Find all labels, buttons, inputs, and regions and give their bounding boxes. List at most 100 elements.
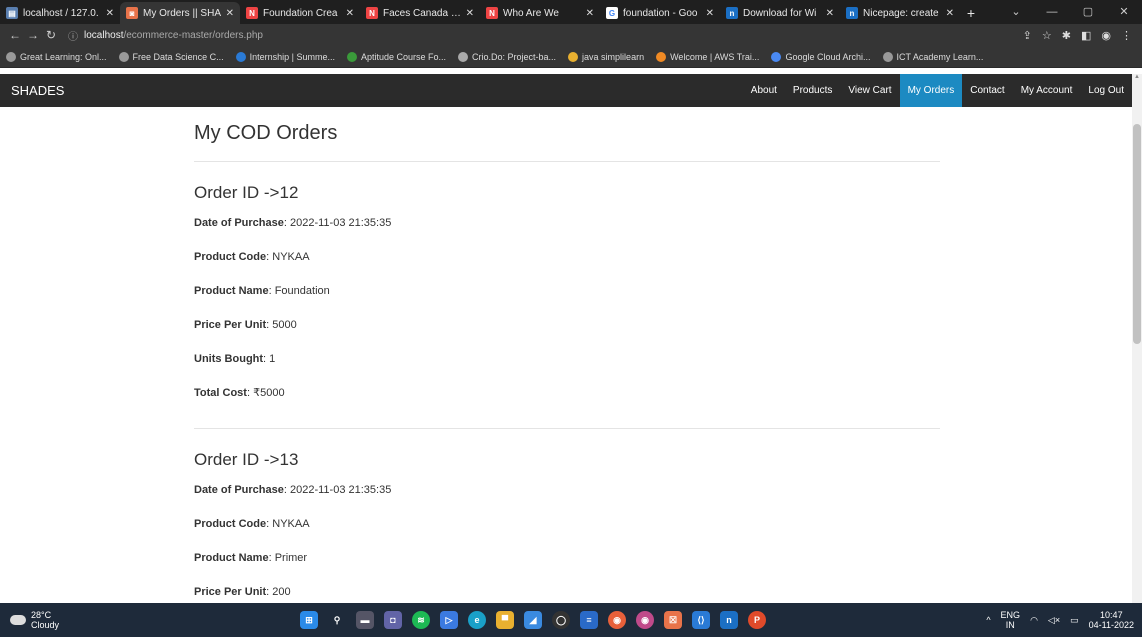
minimize-button[interactable]: —	[1034, 0, 1070, 24]
browser-tab[interactable]: n Nicepage: create ✕	[840, 2, 960, 24]
menu-icon[interactable]: ⋮	[1121, 29, 1132, 42]
scrollbar-thumb[interactable]	[1133, 124, 1141, 344]
bookmark-item[interactable]: Great Learning: Onl...	[6, 51, 107, 62]
restore-button[interactable]: ▢	[1070, 0, 1106, 24]
field-value: ₹5000	[253, 387, 285, 399]
clock-date: 04-11-2022	[1088, 620, 1134, 630]
bookmark-item[interactable]: Crio.Do: Project-ba...	[458, 51, 557, 62]
scroll-up-icon[interactable]: ▲	[1132, 74, 1142, 84]
task-view-icon[interactable]: ▬	[356, 611, 374, 629]
bookmark-item[interactable]: Welcome | AWS Trai...	[656, 51, 760, 62]
chrome-icon[interactable]: ◉	[608, 611, 626, 629]
tab-close-icon[interactable]: ✕	[106, 8, 114, 19]
profile-avatar[interactable]: ◉	[1101, 29, 1111, 42]
tab-close-icon[interactable]: ✕	[826, 8, 834, 19]
bookmark-item[interactable]: Aptitude Course Fo...	[346, 51, 446, 62]
tab-close-icon[interactable]: ✕	[946, 8, 954, 19]
nav-link-about[interactable]: About	[743, 74, 785, 107]
start-icon[interactable]: ⊞	[300, 611, 318, 629]
battery-icon[interactable]: ▭	[1070, 615, 1079, 626]
clock[interactable]: 10:47 04-11-2022	[1089, 610, 1134, 630]
url-input[interactable]: ⓘ localhost/ecommerce-master/orders.php	[68, 26, 1023, 44]
order-heading: Order ID ->12	[194, 183, 299, 202]
tab-close-icon[interactable]: ✕	[226, 8, 234, 19]
tray-expand-icon[interactable]: ^	[986, 615, 990, 625]
forward-icon[interactable]: →	[24, 28, 42, 42]
site-brand[interactable]: SHADES	[0, 83, 743, 98]
document-icon[interactable]: ▷	[440, 611, 458, 629]
bookmark-favicon-icon	[346, 51, 357, 62]
app-blue-icon[interactable]: ≡	[580, 611, 598, 629]
reload-icon[interactable]: ↻	[42, 28, 60, 42]
tab-close-icon[interactable]: ✕	[346, 8, 354, 19]
powerpoint-icon[interactable]: P	[748, 611, 766, 629]
weather-widget[interactable]: 28°C Cloudy	[0, 610, 300, 630]
xampp-icon[interactable]: ☒	[664, 611, 682, 629]
nav-link-my-account[interactable]: My Account	[1013, 74, 1081, 107]
nicepage-icon[interactable]: n	[720, 611, 738, 629]
bookmark-label: java simplilearn	[582, 51, 645, 62]
bookmark-item[interactable]: Internship | Summe...	[235, 51, 335, 62]
tab-close-icon[interactable]: ✕	[466, 8, 474, 19]
spotify-icon[interactable]: ≋	[412, 611, 430, 629]
browser-tab[interactable]: N Foundation Crea ✕	[240, 2, 360, 24]
back-icon[interactable]: ←	[6, 28, 24, 42]
tab-favicon-icon: N	[486, 7, 498, 19]
tab-close-icon[interactable]: ✕	[706, 8, 714, 19]
page-scrollbar[interactable]: ▲	[1132, 74, 1142, 603]
bookmark-favicon-icon	[771, 51, 782, 62]
field-label: Price Per Unit	[194, 586, 267, 598]
info-icon[interactable]: ⓘ	[68, 28, 78, 43]
tab-favicon-icon: N	[246, 7, 258, 19]
bookmark-label: Welcome | AWS Trai...	[670, 51, 760, 62]
file-explorer-icon[interactable]: ▀	[496, 611, 514, 629]
clock-time: 10:47	[1100, 610, 1123, 620]
field-value: 1	[269, 353, 276, 365]
close-window-button[interactable]: ✕	[1106, 0, 1142, 24]
site-nav-links: About Products View Cart My Orders Contact My…	[743, 74, 1132, 107]
field-value: Primer	[274, 552, 308, 564]
nav-link-view-cart[interactable]: View Cart	[840, 74, 899, 107]
nav-link-contact[interactable]: Contact	[962, 74, 1012, 107]
search-icon[interactable]: ⚲	[328, 611, 346, 629]
browser-tab[interactable]: ◙ My Orders || SHA ✕	[120, 2, 240, 24]
cloud-icon	[10, 615, 26, 625]
bookmark-label: Crio.Do: Project-ba...	[472, 51, 557, 62]
language-code: ENG	[1000, 610, 1021, 620]
field-label: Date of Purchase	[194, 484, 284, 496]
bookmark-item[interactable]: java simplilearn	[568, 51, 645, 62]
bookmark-favicon-icon	[882, 51, 893, 62]
site-navbar: SHADES About Products View Cart My Orders Co…	[0, 74, 1132, 107]
store-icon[interactable]: ◢	[524, 611, 542, 629]
order-field-name: Product Name: Primer	[194, 552, 308, 564]
order-field-code: Product Code: NYKAA	[194, 251, 310, 263]
bookmark-item[interactable]: ICT Academy Learn...	[882, 51, 983, 62]
extensions-icon[interactable]: ✱	[1062, 29, 1071, 42]
browser-tab[interactable]: ▤ localhost / 127.0. ✕	[0, 2, 120, 24]
tab-favicon-icon: N	[366, 7, 378, 19]
browser-tab[interactable]: Gfoundation - Goo ✕	[600, 2, 720, 24]
volume-icon[interactable]: ◁×	[1048, 615, 1060, 626]
bookmark-star-icon[interactable]: ☆	[1042, 29, 1052, 42]
sidepanel-icon[interactable]: ◧	[1081, 29, 1091, 42]
browser-tab[interactable]: N Faces Canada 3 I ✕	[360, 2, 480, 24]
language-indicator[interactable]: ENG IN	[1001, 610, 1021, 630]
new-tab-button[interactable]: +	[960, 2, 982, 24]
browser-tab[interactable]: n Download for Wi ✕	[720, 2, 840, 24]
chrome-profile-icon[interactable]: ◉	[636, 611, 654, 629]
field-value: 2022-11-03 21:35:35	[290, 217, 392, 229]
browser-tab[interactable]: N Who Are We ✕	[480, 2, 600, 24]
edge-icon[interactable]: e	[468, 611, 486, 629]
tab-search-icon[interactable]: ⌄	[998, 0, 1034, 24]
nav-link-log-out[interactable]: Log Out	[1080, 74, 1132, 107]
tab-close-icon[interactable]: ✕	[586, 8, 594, 19]
bookmark-item[interactable]: Free Data Science C...	[118, 51, 224, 62]
app-circle-icon[interactable]: ◯	[552, 611, 570, 629]
share-icon[interactable]: ⇪	[1023, 29, 1032, 42]
teams-icon[interactable]: ◘	[384, 611, 402, 629]
nav-link-my-orders[interactable]: My Orders	[899, 74, 963, 107]
nav-link-products[interactable]: Products	[785, 74, 840, 107]
vscode-icon[interactable]: ⟨⟩	[692, 611, 710, 629]
bookmark-item[interactable]: Google Cloud Archi...	[771, 51, 871, 62]
wifi-icon[interactable]: ◠	[1030, 615, 1038, 626]
